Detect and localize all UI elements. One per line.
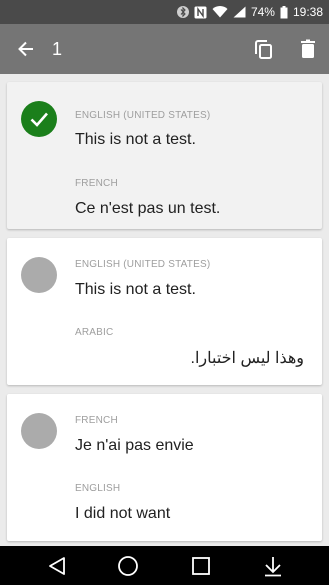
app-bar: 1	[0, 24, 329, 74]
nav-notifications-button[interactable]	[261, 554, 285, 578]
selected-count: 1	[52, 39, 63, 59]
source-text: This is not a test.	[75, 131, 196, 148]
navigation-bar	[0, 546, 329, 585]
source-text: Je n'ai pas envie	[75, 437, 194, 454]
arrow-back-icon	[18, 41, 33, 57]
selected-check[interactable]	[21, 101, 57, 137]
target-language: FRENCH	[75, 178, 118, 189]
copy-icon	[255, 40, 272, 59]
delete-button[interactable]	[296, 37, 320, 61]
source-language: FRENCH	[75, 415, 118, 426]
translation-list[interactable]: ENGLISH (UNITED STATES) This is not a te…	[0, 74, 329, 546]
battery-percent: 74%	[250, 5, 275, 19]
target-language: ARABIC	[75, 327, 114, 338]
signal-icon	[233, 6, 246, 18]
wifi-icon	[212, 6, 228, 18]
nav-recents-button[interactable]	[189, 554, 213, 578]
check-icon	[30, 112, 48, 127]
circle-home-icon	[118, 556, 138, 576]
target-language: ENGLISH	[75, 483, 121, 494]
bluetooth-icon	[176, 5, 189, 19]
clock: 19:38	[292, 5, 323, 19]
translation-card[interactable]: ENGLISH (UNITED STATES) This is not a te…	[7, 82, 322, 229]
battery-icon	[280, 5, 288, 19]
source-text: This is not a test.	[75, 281, 196, 298]
triangle-back-icon	[49, 557, 65, 575]
square-recents-icon	[192, 557, 210, 575]
translation-card[interactable]: ENGLISH (UNITED STATES) This is not a te…	[7, 238, 322, 385]
arrow-down-bar-icon	[265, 557, 281, 577]
target-text: وهذا ليس اختبارا.	[190, 350, 304, 367]
avatar[interactable]	[21, 413, 57, 449]
target-text: Ce n'est pas un test.	[75, 200, 221, 217]
source-language: ENGLISH (UNITED STATES)	[75, 110, 211, 121]
source-language: ENGLISH (UNITED STATES)	[75, 259, 211, 270]
nfc-icon	[194, 6, 207, 19]
translation-card[interactable]: FRENCH Je n'ai pas envie ENGLISH I did n…	[7, 394, 322, 541]
target-text: I did not want	[75, 505, 171, 522]
status-bar: 74% 19:38	[0, 0, 329, 24]
nav-home-button[interactable]	[116, 554, 140, 578]
copy-button[interactable]	[252, 37, 276, 61]
trash-icon	[301, 39, 315, 58]
nav-back-button[interactable]	[45, 554, 69, 578]
avatar[interactable]	[21, 257, 57, 293]
back-button[interactable]	[14, 37, 38, 61]
